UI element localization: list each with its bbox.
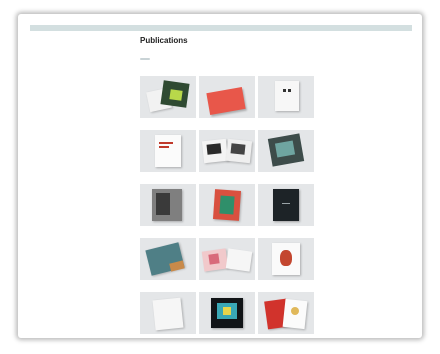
- publication-card[interactable]: [140, 230, 196, 280]
- publication-card[interactable]: [258, 230, 314, 280]
- publication-card[interactable]: [258, 176, 314, 226]
- publication-title[interactable]: [140, 68, 196, 75]
- browser-window: Publications: [18, 14, 422, 338]
- main-content: Publications: [140, 36, 320, 334]
- publication-title[interactable]: [258, 230, 314, 237]
- open-book-icon[interactable]: [199, 130, 255, 172]
- publication-title[interactable]: [140, 284, 196, 291]
- dark-book-cover-icon[interactable]: [258, 130, 314, 172]
- dark-book-icon[interactable]: [258, 184, 314, 226]
- red-book-icon[interactable]: [258, 292, 314, 334]
- white-book-icon[interactable]: [140, 130, 196, 172]
- publication-card[interactable]: [258, 122, 314, 172]
- page-title: Publications: [140, 36, 188, 45]
- publication-title[interactable]: [199, 176, 255, 183]
- publication-card[interactable]: [199, 284, 255, 334]
- publication-title[interactable]: [199, 122, 255, 129]
- publication-card[interactable]: [258, 284, 314, 334]
- publication-title[interactable]: [258, 284, 314, 291]
- open-book-icon[interactable]: [199, 238, 255, 280]
- publication-card[interactable]: [140, 176, 196, 226]
- publication-card[interactable]: [199, 230, 255, 280]
- publication-title[interactable]: [199, 284, 255, 291]
- photo-book-cover-icon[interactable]: [140, 76, 196, 118]
- white-book-icon[interactable]: [140, 292, 196, 334]
- publication-card[interactable]: [140, 68, 196, 118]
- publication-card[interactable]: [258, 68, 314, 118]
- publication-title[interactable]: [140, 176, 196, 183]
- publication-card[interactable]: [199, 68, 255, 118]
- photo-book-cover-icon[interactable]: [140, 184, 196, 226]
- publication-title[interactable]: [199, 230, 255, 237]
- publication-title[interactable]: [258, 68, 314, 75]
- publication-title[interactable]: [199, 68, 255, 75]
- site-header-bar: [30, 25, 412, 31]
- red-book-icon[interactable]: [199, 76, 255, 118]
- publication-title[interactable]: [140, 230, 196, 237]
- publication-card[interactable]: [199, 176, 255, 226]
- white-box-icon[interactable]: [258, 76, 314, 118]
- red-book-icon[interactable]: [199, 184, 255, 226]
- publication-card[interactable]: [199, 122, 255, 172]
- publication-card[interactable]: [140, 284, 196, 334]
- publication-title[interactable]: [258, 176, 314, 183]
- dark-book-cover-icon[interactable]: [199, 292, 255, 334]
- publication-title[interactable]: [140, 122, 196, 129]
- publication-grid: [140, 68, 320, 334]
- publication-title[interactable]: [258, 122, 314, 129]
- publication-card[interactable]: [140, 122, 196, 172]
- filter-button[interactable]: [140, 58, 150, 60]
- teal-book-icon[interactable]: [140, 238, 196, 280]
- white-book-icon[interactable]: [258, 238, 314, 280]
